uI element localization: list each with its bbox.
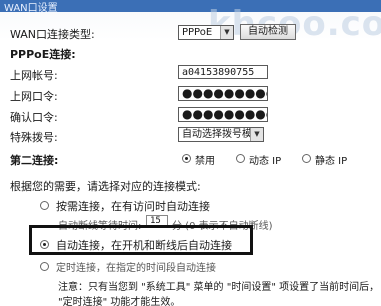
second-connection-disabled-radio[interactable] <box>182 154 191 163</box>
pppoe-heading: PPPoE连接: <box>10 48 76 61</box>
second-connection-static-label: 静态 IP <box>315 156 348 167</box>
mode-auto-radio[interactable] <box>40 240 49 249</box>
password-input[interactable]: ●●●●●●●●●●●●●●●● <box>178 86 268 101</box>
account-input[interactable]: a04153890755 <box>178 65 268 79</box>
mode-timed-label: 定时连接，在指定的时间段自动连接 <box>56 263 216 274</box>
mode-prompt: 根据您的需要，请选择对应的连接模式: <box>10 180 201 193</box>
wan-type-value: PPPoE <box>182 27 213 38</box>
mode-auto-label: 自动连接，在开机和断线后自动连接 <box>56 239 232 252</box>
second-connection-dynamic-label: 动态 IP <box>249 156 282 167</box>
chevron-down-icon: ▼ <box>250 128 263 141</box>
confirm-password-label: 确认口令: <box>10 111 58 124</box>
mode-on-demand-radio[interactable] <box>40 201 49 210</box>
second-connection-static-radio[interactable] <box>302 154 311 163</box>
note-line-2: "定时连接" 功能才能生效。 <box>58 297 181 306</box>
confirm-password-input[interactable]: ●●●●●●●●●●●●●●●● <box>178 107 268 122</box>
special-dial-select[interactable]: 自动选择拨号模式 ▼ <box>178 127 264 142</box>
second-connection-dynamic-radio[interactable] <box>236 154 245 163</box>
wan-type-label: WAN口连接类型: <box>10 28 95 41</box>
second-connection-label: 第二连接: <box>10 154 59 167</box>
account-label: 上网帐号: <box>10 69 58 82</box>
note-line-1: 注意：只有当您到 "系统工具" 菜单的 "时间设置" 项设置了当前时间后， <box>58 282 380 293</box>
password-label: 上网口令: <box>10 90 58 103</box>
special-dial-label: 特殊拨号: <box>10 131 58 144</box>
auto-detect-button[interactable]: 自动检测 <box>240 24 296 40</box>
window-title: WAN口设置 <box>4 3 58 14</box>
wan-settings-page: WAN口设置 khcoo.com WAN口连接类型: PPPoE ▼ 自动检测 … <box>0 0 381 306</box>
chevron-down-icon: ▼ <box>220 26 233 39</box>
mode-timed-radio[interactable] <box>40 262 49 271</box>
second-connection-disabled-label: 禁用 <box>195 156 215 167</box>
mode-on-demand-label: 按需连接，在有访问时自动连接 <box>56 200 210 213</box>
wan-type-select[interactable]: PPPoE ▼ <box>178 25 234 40</box>
